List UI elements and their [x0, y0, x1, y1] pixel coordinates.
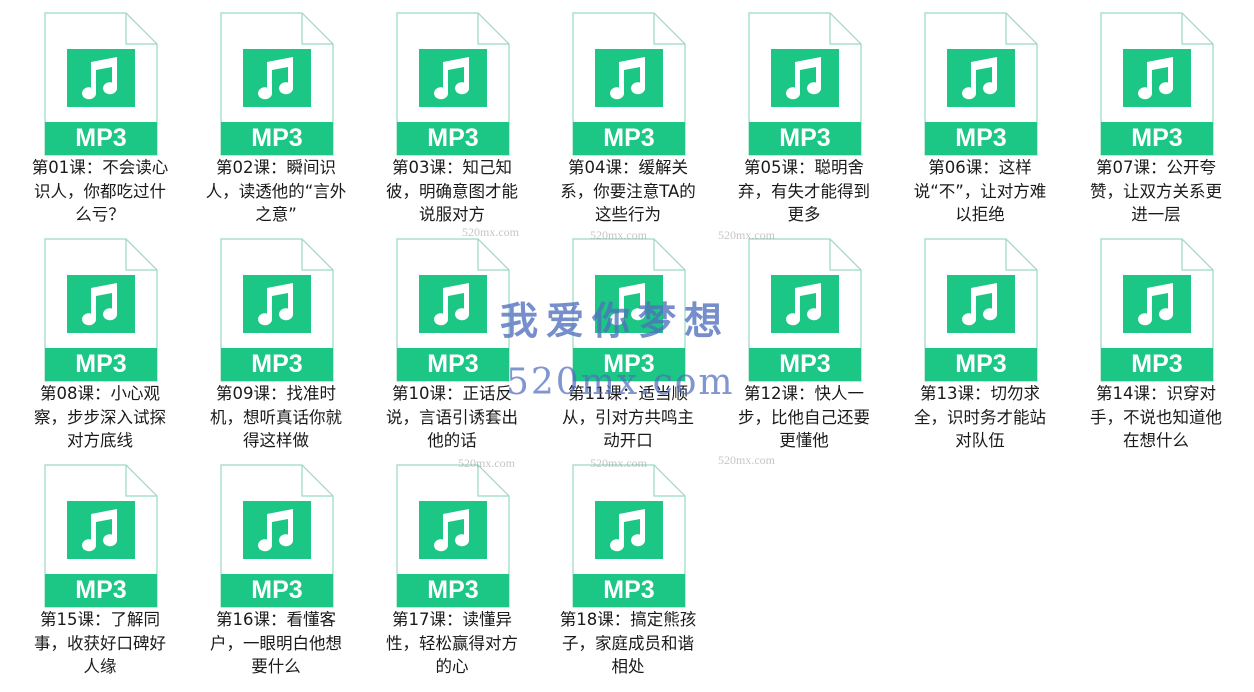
file-type-label: MP3 — [779, 350, 831, 378]
file-name: 第03课：知己知彼，明确意图才能说服对方 — [386, 158, 518, 224]
file-type-label: MP3 — [427, 350, 479, 378]
mp3-file-icon: MP3 — [1100, 12, 1214, 156]
file-name: 第08课：小心观察，步步深入试探对方底线 — [34, 384, 166, 450]
file-type-label: MP3 — [75, 350, 127, 378]
file-name: 第02课：瞬间识人，读透他的“言外之意” — [205, 158, 347, 224]
file-type-label: MP3 — [75, 124, 127, 152]
file-name: 第11课：适当顺从，引对方共鸣主动开口 — [562, 384, 694, 450]
file-type-label: MP3 — [603, 350, 655, 378]
file-item[interactable]: MP3 第04课：缓解关系，你要注意TA的这些行为 — [528, 0, 704, 226]
mp3-file-icon: MP3 — [220, 464, 334, 608]
mp3-file-icon: MP3 — [572, 12, 686, 156]
file-name: 第01课：不会读心识人，你都吃过什么亏？ — [31, 158, 169, 224]
file-name: 第14课：识穿对手，不说也知道他在想什么 — [1090, 384, 1222, 450]
file-item[interactable]: MP3 第17课：读懂异性，轻松赢得对方的心 — [352, 452, 528, 678]
file-type-label: MP3 — [251, 350, 303, 378]
file-item[interactable]: MP3 第14课：识穿对手，不说也知道他在想什么 — [1056, 226, 1232, 452]
file-item[interactable]: MP3 第06课：这样说“不”，让对方难以拒绝 — [880, 0, 1056, 226]
file-type-label: MP3 — [603, 576, 655, 604]
file-item[interactable]: MP3 第07课：公开夸赞，让双方关系更进一层 — [1056, 0, 1232, 226]
file-name: 第18课：搞定熊孩子，家庭成员和谐相处 — [559, 610, 697, 676]
mp3-file-icon: MP3 — [748, 238, 862, 382]
file-type-label: MP3 — [955, 124, 1007, 152]
file-item[interactable]: MP3 第18课：搞定熊孩子，家庭成员和谐相处 — [528, 452, 704, 678]
file-type-label: MP3 — [75, 576, 127, 604]
file-type-label: MP3 — [251, 576, 303, 604]
mp3-file-icon: MP3 — [924, 12, 1038, 156]
file-name: 第15课：了解同事，收获好口碑好人缘 — [34, 610, 166, 676]
file-item[interactable]: MP3 第12课：快人一步，比他自己还要更懂他 — [704, 226, 880, 452]
mp3-file-icon: MP3 — [748, 12, 862, 156]
mp3-file-icon: MP3 — [44, 464, 158, 608]
file-type-label: MP3 — [1131, 124, 1183, 152]
file-name: 第16课：看懂客户，一眼明白他想要什么 — [210, 610, 342, 676]
file-item[interactable]: MP3 第02课：瞬间识人，读透他的“言外之意” — [176, 0, 352, 226]
mp3-file-icon: MP3 — [924, 238, 1038, 382]
file-item[interactable]: MP3 第01课：不会读心识人，你都吃过什么亏？ — [0, 0, 176, 226]
file-item[interactable]: MP3 第05课：聪明舍弃，有失才能得到更多 — [704, 0, 880, 226]
mp3-file-icon: MP3 — [572, 238, 686, 382]
file-name: 第05课：聪明舍弃，有失才能得到更多 — [738, 158, 870, 224]
file-name: 第10课：正话反说，言语引诱套出他的话 — [386, 384, 518, 450]
file-name: 第06课：这样说“不”，让对方难以拒绝 — [913, 158, 1047, 224]
file-item[interactable]: MP3 第15课：了解同事，收获好口碑好人缘 — [0, 452, 176, 678]
file-type-label: MP3 — [427, 124, 479, 152]
file-type-label: MP3 — [251, 124, 303, 152]
file-item[interactable]: MP3 第16课：看懂客户，一眼明白他想要什么 — [176, 452, 352, 678]
file-type-label: MP3 — [1131, 350, 1183, 378]
mp3-file-icon: MP3 — [44, 238, 158, 382]
file-item[interactable]: MP3 第13课：切勿求全，识时务才能站对队伍 — [880, 226, 1056, 452]
file-type-label: MP3 — [779, 124, 831, 152]
mp3-file-icon: MP3 — [572, 464, 686, 608]
file-item[interactable]: MP3 第09课：找准时机，想听真话你就得这样做 — [176, 226, 352, 452]
mp3-file-icon: MP3 — [220, 12, 334, 156]
mp3-file-icon: MP3 — [396, 238, 510, 382]
mp3-file-icon: MP3 — [396, 12, 510, 156]
file-name: 第04课：缓解关系，你要注意TA的这些行为 — [560, 158, 696, 224]
mp3-file-icon: MP3 — [1100, 238, 1214, 382]
mp3-file-icon: MP3 — [396, 464, 510, 608]
file-name: 第17课：读懂异性，轻松赢得对方的心 — [386, 610, 518, 676]
file-item[interactable]: MP3 第10课：正话反说，言语引诱套出他的话 — [352, 226, 528, 452]
file-type-label: MP3 — [427, 576, 479, 604]
file-item[interactable]: MP3 第08课：小心观察，步步深入试探对方底线 — [0, 226, 176, 452]
mp3-file-icon: MP3 — [220, 238, 334, 382]
file-name: 第07课：公开夸赞，让双方关系更进一层 — [1090, 158, 1222, 224]
file-name: 第13课：切勿求全，识时务才能站对队伍 — [914, 384, 1046, 450]
file-type-label: MP3 — [955, 350, 1007, 378]
mp3-file-icon: MP3 — [44, 12, 158, 156]
file-name: 第12课：快人一步，比他自己还要更懂他 — [738, 384, 870, 450]
file-type-label: MP3 — [603, 124, 655, 152]
file-name: 第09课：找准时机，想听真话你就得这样做 — [210, 384, 342, 450]
file-grid: MP3 第01课：不会读心识人，你都吃过什么亏？ MP3 第02课：瞬间识人，读透他的… — [0, 0, 1254, 692]
file-item[interactable]: MP3 第11课：适当顺从，引对方共鸣主动开口 — [528, 226, 704, 452]
file-item[interactable]: MP3 第03课：知己知彼，明确意图才能说服对方 — [352, 0, 528, 226]
